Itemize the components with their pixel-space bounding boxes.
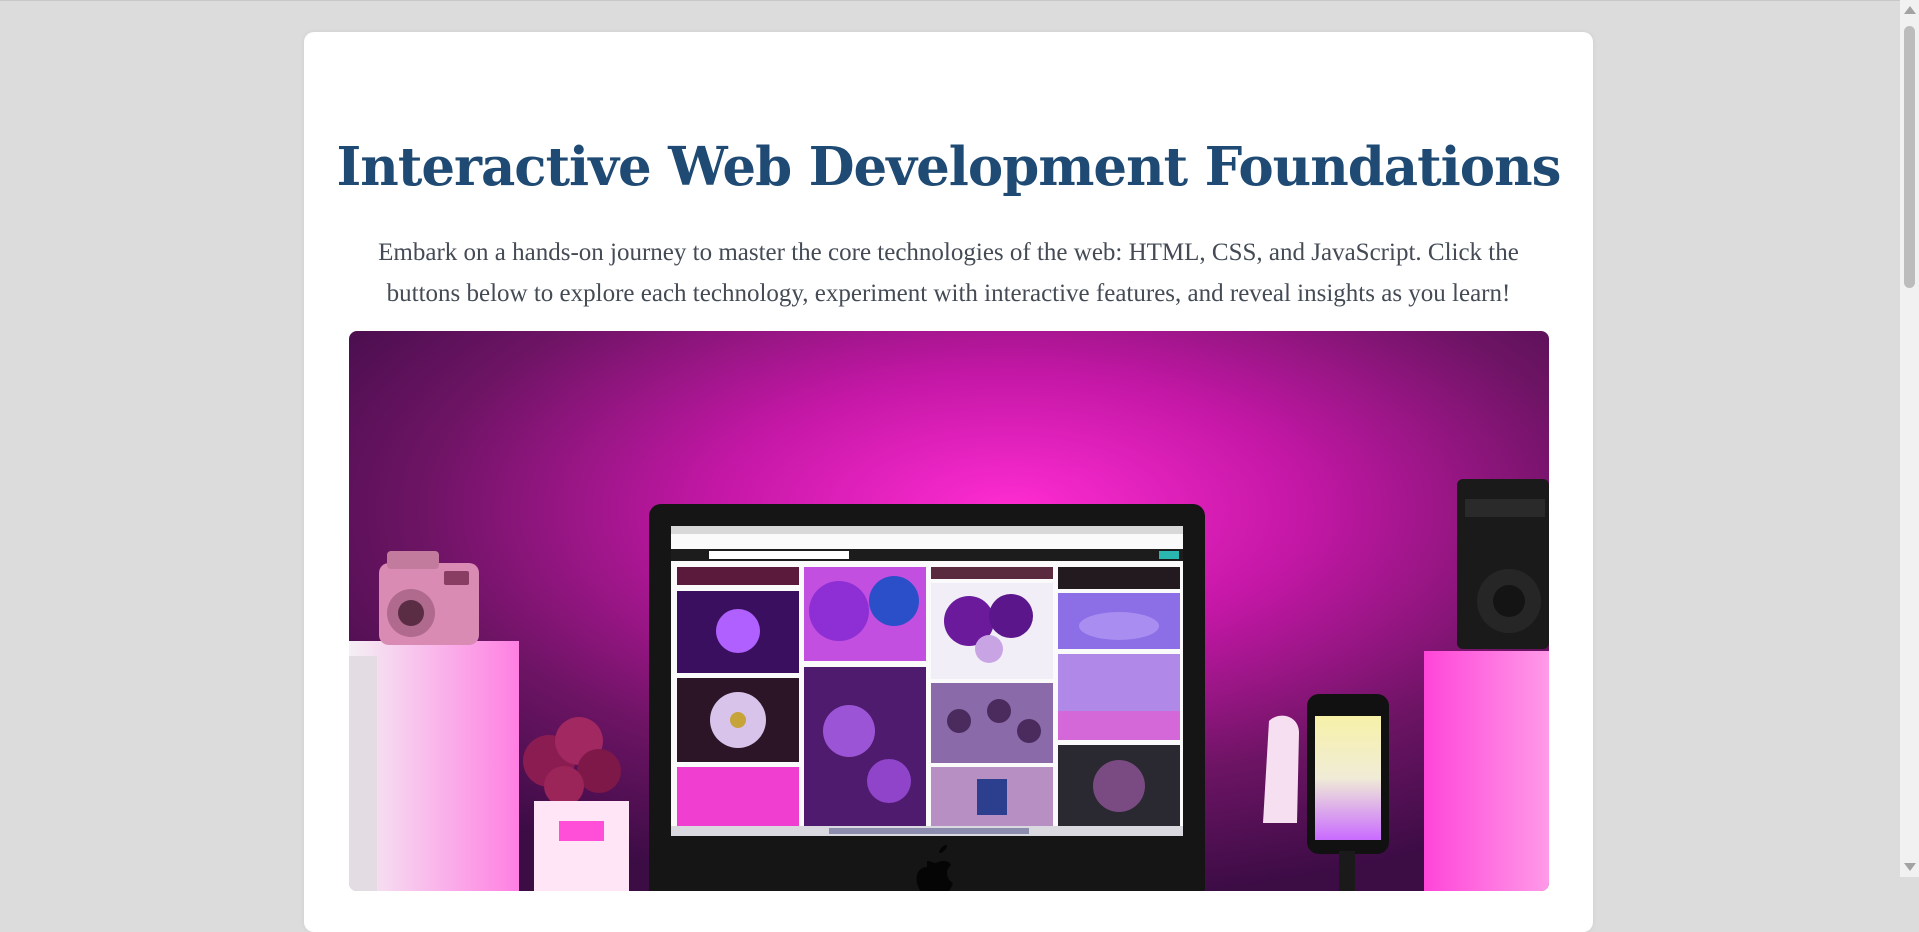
speaker — [1457, 479, 1549, 649]
scroll-down-arrow-icon[interactable] — [1904, 863, 1916, 871]
browser-top-border — [0, 0, 1900, 1]
scrollbar-thumb[interactable] — [1904, 26, 1915, 288]
intro-paragraph: Embark on a hands-on journey to master t… — [378, 239, 1519, 307]
monitor — [649, 504, 1205, 891]
content-card: Interactive Web Development Foundations … — [304, 32, 1593, 932]
instant-camera — [379, 551, 479, 645]
scroll-up-arrow-icon[interactable] — [1904, 6, 1916, 14]
vertical-scrollbar[interactable] — [1900, 0, 1919, 877]
page-title: Interactive Web Development Foundations — [336, 136, 1562, 198]
figurine — [1263, 715, 1299, 823]
right-pedestal — [1424, 651, 1549, 891]
hero-image — [349, 331, 1549, 891]
